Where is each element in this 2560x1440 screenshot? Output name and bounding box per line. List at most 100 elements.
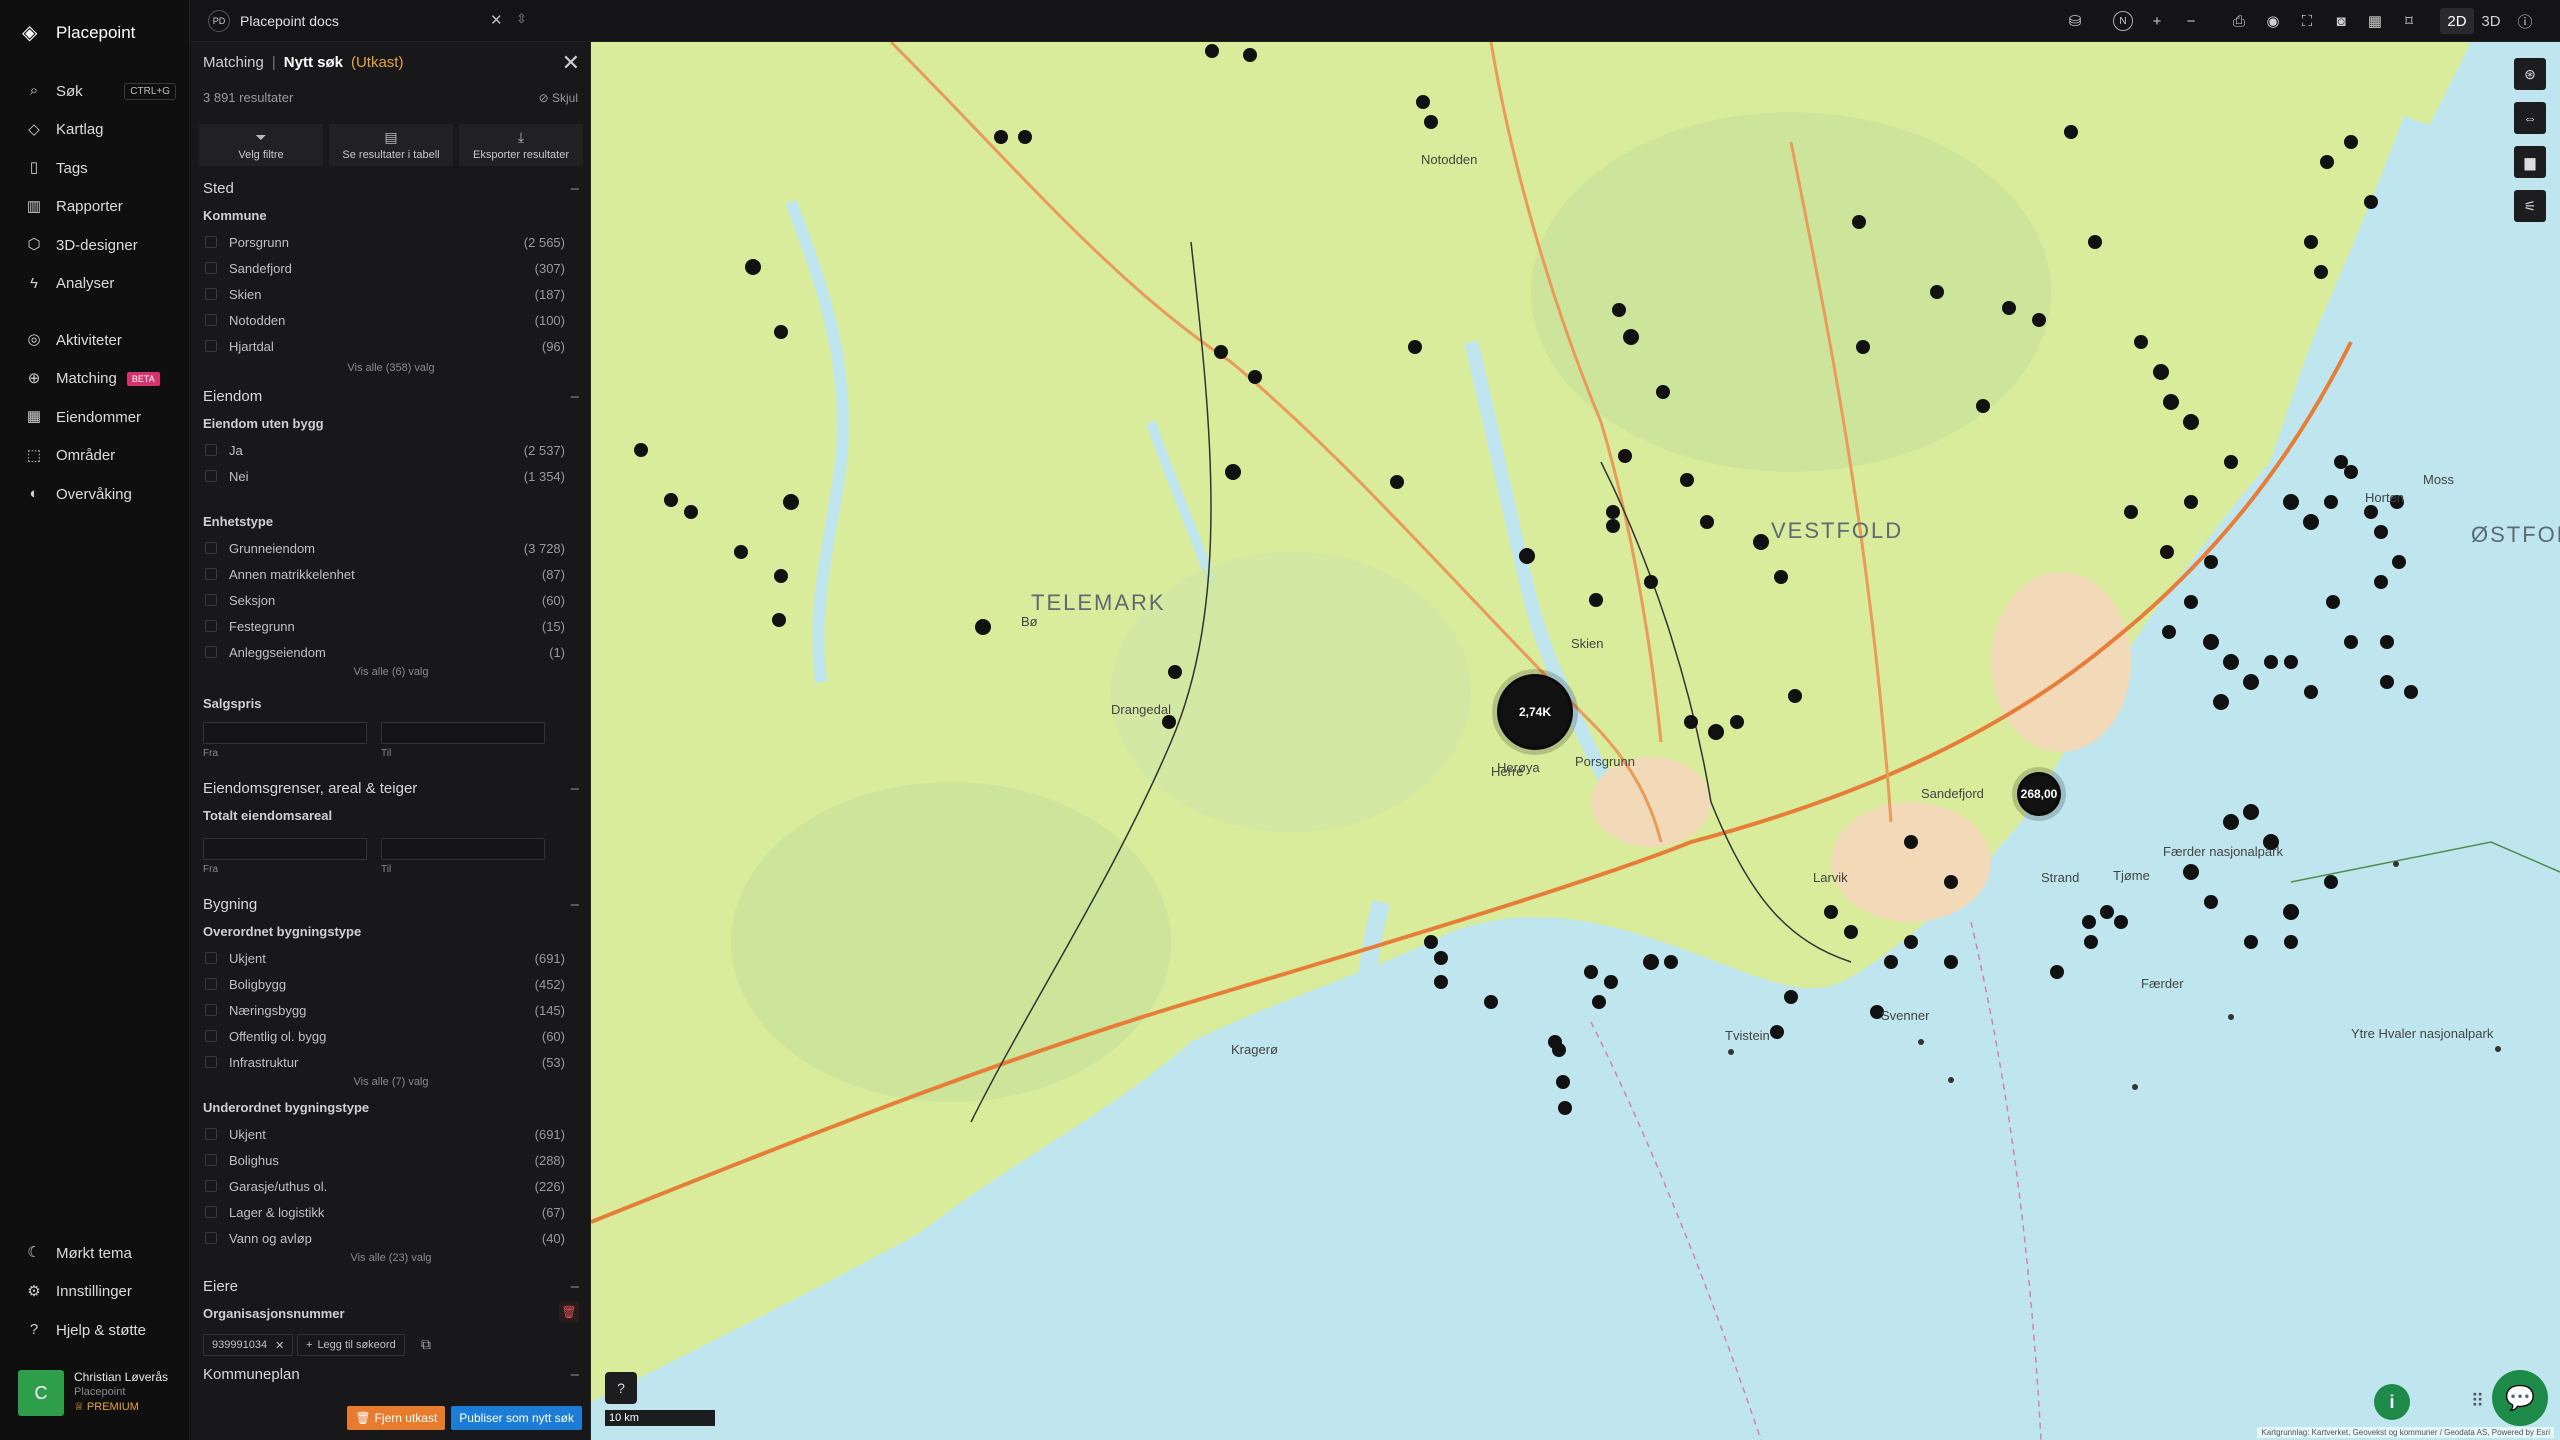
mode-2d-button[interactable]: 2D xyxy=(2440,8,2474,34)
filter-option[interactable]: Ja (2 537) xyxy=(205,440,565,460)
checkbox[interactable] xyxy=(205,568,217,580)
filter-option[interactable]: Hjartdal (96) xyxy=(205,336,565,356)
area-from-input[interactable] xyxy=(203,838,367,860)
sidebar-item-sok[interactable]: ⌕ Søk CTRL+G xyxy=(0,72,190,111)
checkbox[interactable] xyxy=(205,470,217,482)
section-sted[interactable]: Sted – xyxy=(203,180,579,197)
filter-option[interactable]: Boligbygg (452) xyxy=(205,974,565,994)
close-icon[interactable]: ✕ xyxy=(490,11,503,29)
info-icon[interactable]: i xyxy=(2374,1384,2410,1420)
sidebar-item-help[interactable]: ? Hjelp & støtte xyxy=(0,1311,190,1350)
filter-option[interactable]: Notodden (100) xyxy=(205,310,565,330)
sidebar-item-tags[interactable]: ▯ Tags xyxy=(0,149,190,188)
checkbox[interactable] xyxy=(205,1206,217,1218)
filter-option[interactable]: Seksjon (60) xyxy=(205,590,565,610)
chat-icon[interactable]: 💬 xyxy=(2492,1370,2548,1426)
checkbox[interactable] xyxy=(205,1154,217,1166)
section-grenser[interactable]: Eiendomsgrenser, areal & teiger – xyxy=(203,780,579,797)
sidebar-item-analyser[interactable]: ϟ Analyser xyxy=(0,265,190,304)
sidebar-item-omrader[interactable]: ⬚ Områder xyxy=(0,437,190,476)
sidebar-item-dark-theme[interactable]: ☾ Mørkt tema xyxy=(0,1234,190,1273)
collapse-icon[interactable]: – xyxy=(571,388,579,405)
choose-filters-button[interactable]: ⏷ Velg filtre xyxy=(199,124,323,166)
area-to-input[interactable] xyxy=(381,838,545,860)
checkbox[interactable] xyxy=(205,444,217,456)
sidebar-item-settings[interactable]: ⚙ Innstillinger xyxy=(0,1273,190,1312)
section-bygning[interactable]: Bygning – xyxy=(203,896,579,913)
brand[interactable]: ◈ Placepoint xyxy=(22,20,135,46)
info-icon[interactable]: ⓘ xyxy=(2508,8,2542,34)
checkbox[interactable] xyxy=(205,978,217,990)
checkbox[interactable] xyxy=(205,288,217,300)
checkbox[interactable] xyxy=(205,594,217,606)
sidebar-item-aktiviteter[interactable]: ◎ Aktiviteter xyxy=(0,321,190,360)
checkbox[interactable] xyxy=(205,1056,217,1068)
collapse-icon[interactable]: – xyxy=(571,896,579,913)
filter-option[interactable]: Ukjent (691) xyxy=(205,1124,565,1144)
drag-handle-icon[interactable]: ⠿ xyxy=(2471,1391,2484,1412)
export-button[interactable]: ⤓ Eksporter resultater xyxy=(459,124,583,166)
price-from-input[interactable] xyxy=(203,722,367,744)
map-cluster-2-74k[interactable]: 2,74K xyxy=(1497,674,1573,750)
filter-option[interactable]: Festegrunn (15) xyxy=(205,616,565,636)
filter-list[interactable]: Sted – Kommune Porsgrunn (2 565) Sandefjor… xyxy=(191,176,591,1386)
section-eiendom[interactable]: Eiendom – xyxy=(203,388,579,405)
mode-3d-button[interactable]: 3D xyxy=(2474,8,2508,34)
eye-icon[interactable]: ◉ xyxy=(2256,8,2290,34)
filter-option[interactable]: Næringsbygg (145) xyxy=(205,1000,565,1020)
chevron-updown-icon[interactable]: ⇳ xyxy=(516,11,527,27)
compass-icon[interactable]: N xyxy=(2106,8,2140,34)
map-cluster-268[interactable]: 268,00 xyxy=(2017,772,2061,816)
filter-option[interactable]: Lager & logistikk (67) xyxy=(205,1202,565,1222)
collapse-icon[interactable]: – xyxy=(571,1366,579,1383)
show-all-link[interactable]: Vis alle (7) valg xyxy=(191,1076,591,1088)
print-icon[interactable]: ⎙ xyxy=(2222,8,2256,34)
collapse-icon[interactable]: – xyxy=(571,780,579,797)
sidebar-item-kartlag[interactable]: ◇ Kartlag xyxy=(0,111,190,150)
checkbox[interactable] xyxy=(205,952,217,964)
checkbox[interactable] xyxy=(205,236,217,248)
zoom-out-icon[interactable]: − xyxy=(2174,8,2208,34)
collapse-icon[interactable]: – xyxy=(571,180,579,197)
sidebar-item-eiendommer[interactable]: ▦ Eiendommer xyxy=(0,398,190,437)
layers-stack-icon[interactable]: ⛁ xyxy=(2058,8,2092,34)
filter-option[interactable]: Bolighus (288) xyxy=(205,1150,565,1170)
sliders-icon[interactable]: ⚟ xyxy=(2514,190,2546,222)
breadcrumb[interactable]: Matching xyxy=(203,54,264,71)
chart-icon[interactable]: ▆ xyxy=(2514,146,2546,178)
filter-option[interactable]: Infrastruktur (53) xyxy=(205,1052,565,1072)
close-icon[interactable]: ✕ xyxy=(562,50,580,76)
filter-option[interactable]: Skien (187) xyxy=(205,284,565,304)
checkbox[interactable] xyxy=(205,1128,217,1140)
workspace-selector[interactable]: PD Placepoint docs xyxy=(208,9,339,33)
checkbox[interactable] xyxy=(205,262,217,274)
filter-option[interactable]: Porsgrunn (2 565) xyxy=(205,232,565,252)
show-all-link[interactable]: Vis alle (358) valg xyxy=(191,362,591,374)
remove-draft-button[interactable]: 🗑 Fjern utkast xyxy=(347,1406,446,1430)
grid-icon[interactable]: ▦ xyxy=(2358,8,2392,34)
filter-option[interactable]: Grunneiendom (3 728) xyxy=(205,538,565,558)
sidebar-item-rapporter[interactable]: ▥ Rapporter xyxy=(0,188,190,227)
user-profile[interactable]: C Christian Løverås Placepoint ♕ PREMIUM xyxy=(18,1370,183,1420)
close-icon[interactable]: ✕ xyxy=(275,1339,284,1352)
hide-button[interactable]: ⊘ Skjul xyxy=(539,91,578,105)
checkbox[interactable] xyxy=(205,1232,217,1244)
sidebar-item-3d-designer[interactable]: ⬡ 3D-designer xyxy=(0,226,190,265)
section-eiere[interactable]: Eiere – xyxy=(203,1278,579,1295)
filter-option[interactable]: Vann og avløp (40) xyxy=(205,1228,565,1248)
show-all-link[interactable]: Vis alle (23) valg xyxy=(191,1252,591,1264)
camera-icon[interactable]: ◙ xyxy=(2324,8,2358,34)
trash-icon[interactable]: 🗑 xyxy=(559,1302,579,1322)
filter-option[interactable]: Anleggseiendom (1) xyxy=(205,642,565,662)
measure-icon[interactable]: ⇔ xyxy=(2514,102,2546,134)
keyword-tag[interactable]: 939991034 ✕ xyxy=(203,1334,294,1356)
checkbox[interactable] xyxy=(205,1180,217,1192)
checkbox[interactable] xyxy=(205,646,217,658)
bookmark-icon[interactable]: ⌑ xyxy=(2392,8,2426,34)
map-layers-icon[interactable]: ⊛ xyxy=(2514,58,2546,90)
section-kommuneplan[interactable]: Kommuneplan – xyxy=(203,1366,579,1383)
map-canvas[interactable]: TELEMARK VESTFOLD ØSTFOLD Skien Porsgrun… xyxy=(591,42,2560,1440)
filter-option[interactable]: Sandefjord (307) xyxy=(205,258,565,278)
table-view-button[interactable]: ▤ Se resultater i tabell xyxy=(329,124,453,166)
add-keyword-button[interactable]: + Legg til søkeord xyxy=(297,1334,405,1356)
